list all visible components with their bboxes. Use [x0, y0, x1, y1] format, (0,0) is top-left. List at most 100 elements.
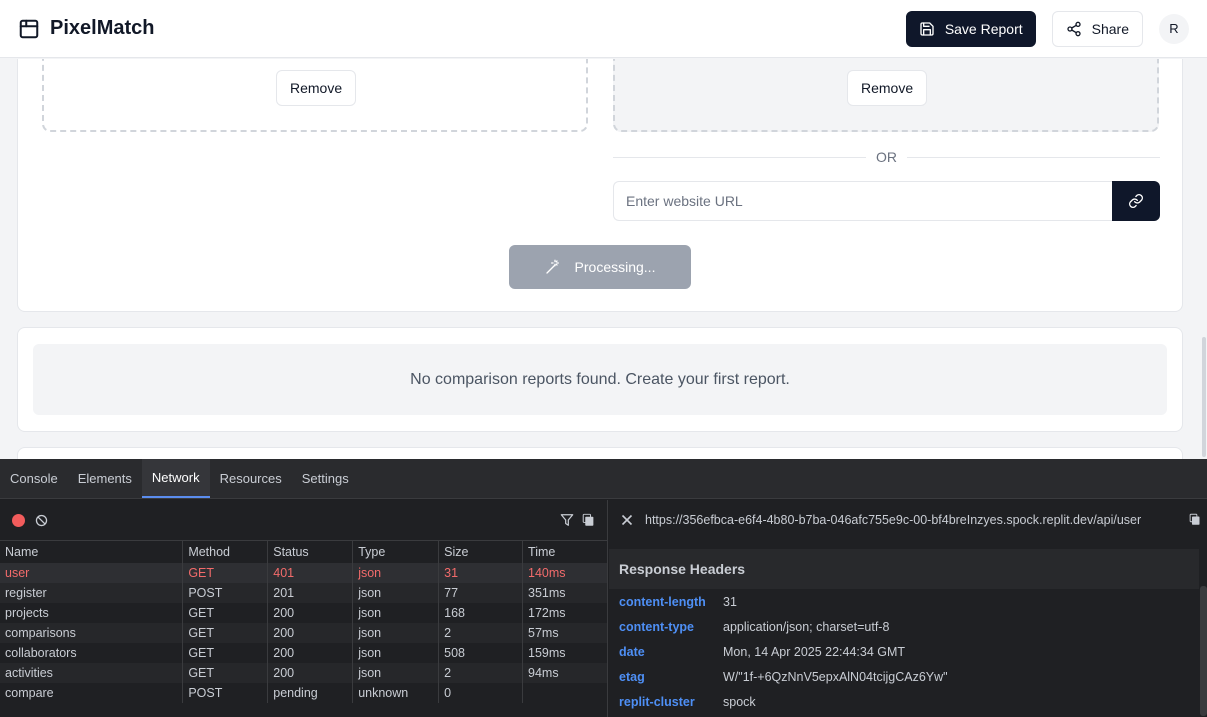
implementation-dropzone[interactable]: Remove	[613, 59, 1159, 132]
magic-wand-icon	[545, 259, 559, 274]
table-row[interactable]: comparisons GET 200 json 2 57ms	[0, 622, 608, 643]
col-header-time[interactable]: Time	[522, 540, 608, 563]
header-row: content-type application/json; charset=ut…	[609, 614, 1199, 639]
header-key: content-type	[619, 619, 694, 634]
tab-settings[interactable]: Settings	[292, 459, 359, 498]
link-icon	[1129, 194, 1143, 208]
app-logo[interactable]: PixelMatch	[18, 17, 154, 40]
request-time: 172ms	[522, 602, 608, 623]
request-status: 200	[267, 642, 354, 663]
request-size: 168	[438, 602, 524, 623]
share-button[interactable]: Share	[1051, 10, 1143, 47]
request-status: 200	[267, 602, 354, 623]
save-report-button[interactable]: Save Report	[905, 10, 1036, 47]
table-row[interactable]: user GET 401 json 31 140ms	[0, 562, 608, 583]
request-size: 508	[438, 642, 524, 663]
fetch-url-button[interactable]	[1112, 181, 1160, 221]
share-label: Share	[1091, 20, 1129, 37]
save-icon	[920, 21, 934, 36]
request-type: json	[352, 602, 440, 623]
request-method: GET	[182, 622, 269, 643]
request-status: 200	[267, 622, 354, 643]
request-url: https://356efbca-e6f4-4b80-b7ba-046afc75…	[645, 513, 1142, 527]
header-value: spock	[723, 694, 756, 709]
clear-icon[interactable]	[35, 514, 48, 527]
col-header-type[interactable]: Type	[352, 540, 440, 563]
network-table: Name Method Status Type Size Time user G…	[0, 540, 608, 703]
request-time: 140ms	[522, 562, 608, 583]
devtools-tabs: Console Elements Network Resources Setti…	[0, 459, 1207, 499]
col-header-status[interactable]: Status	[267, 540, 354, 563]
page-scrollbar[interactable]	[1201, 59, 1207, 459]
table-row[interactable]: register POST 201 json 77 351ms	[0, 582, 608, 603]
request-method: GET	[182, 642, 269, 663]
header-value: W/"1f-+6QzNnV5epxAlN04tcijgCAz6Yw"	[723, 669, 948, 684]
request-time: 159ms	[522, 642, 608, 663]
request-method: GET	[182, 602, 269, 623]
request-detail-pane: https://356efbca-e6f4-4b80-b7ba-046afc75…	[609, 500, 1207, 717]
request-type: unknown	[352, 682, 440, 703]
tab-network[interactable]: Network	[141, 459, 210, 498]
table-row[interactable]: collaborators GET 200 json 508 159ms	[0, 642, 608, 663]
response-headers-section: Response Headers content-length 31 conten…	[609, 541, 1199, 714]
header-row: replit-cluster spock	[609, 689, 1199, 714]
request-name: activities	[0, 662, 184, 683]
website-url-input[interactable]	[613, 181, 1112, 221]
header-value: Mon, 14 Apr 2025 22:44:34 GMT	[723, 644, 906, 659]
copy-url-icon[interactable]	[1189, 513, 1201, 526]
request-time	[522, 682, 608, 703]
request-name: comparisons	[0, 622, 184, 643]
col-header-size[interactable]: Size	[438, 540, 524, 563]
col-header-method[interactable]: Method	[182, 540, 269, 563]
process-label: Processing...	[574, 259, 656, 275]
header-row: date Mon, 14 Apr 2025 22:44:34 GMT	[609, 639, 1199, 664]
request-status: 401	[267, 562, 354, 583]
request-name: register	[0, 582, 184, 603]
app-header: PixelMatch Save Report Share R	[0, 0, 1207, 58]
remove-implementation-button[interactable]: Remove	[847, 70, 928, 106]
header-value: application/json; charset=utf-8	[723, 619, 890, 634]
devtools-panel: Console Elements Network Resources Setti…	[0, 459, 1207, 717]
tab-resources[interactable]: Resources	[210, 459, 292, 498]
request-name: collaborators	[0, 642, 184, 663]
request-status: 200	[267, 662, 354, 683]
table-row[interactable]: activities GET 200 json 2 94ms	[0, 662, 608, 683]
app-title: PixelMatch	[50, 17, 155, 39]
response-headers-title: Response Headers	[609, 549, 1199, 589]
share-icon	[1066, 21, 1081, 36]
request-type: json	[352, 662, 440, 683]
close-icon[interactable]	[621, 514, 633, 526]
request-method: POST	[182, 682, 269, 703]
process-button[interactable]: Processing...	[509, 245, 691, 289]
table-row[interactable]: projects GET 200 json 168 172ms	[0, 602, 608, 623]
request-size: 0	[438, 682, 524, 703]
network-pane: Name Method Status Type Size Time user G…	[0, 500, 608, 717]
header-key: replit-cluster	[619, 694, 695, 709]
request-time: 351ms	[522, 582, 608, 603]
url-row	[613, 181, 1160, 221]
request-type: json	[352, 642, 440, 663]
request-time: 94ms	[522, 662, 608, 683]
header-row: etag W/"1f-+6QzNnV5epxAlN04tcijgCAz6Yw"	[609, 664, 1199, 689]
col-header-name[interactable]: Name	[0, 540, 184, 563]
upload-card: Remove Remove OR Processing...	[17, 59, 1183, 312]
tab-elements[interactable]: Elements	[68, 459, 142, 498]
header-key: etag	[619, 669, 645, 684]
detail-scrollbar[interactable]	[1200, 586, 1207, 716]
filter-icon[interactable]	[560, 513, 574, 527]
table-row[interactable]: compare POST pending unknown 0	[0, 682, 608, 703]
design-dropzone[interactable]: Remove	[42, 59, 588, 132]
copy-icon[interactable]	[582, 513, 595, 527]
network-toolbar	[0, 500, 607, 540]
request-size: 77	[438, 582, 524, 603]
user-avatar[interactable]: R	[1159, 13, 1189, 44]
request-type: json	[352, 582, 440, 603]
header-key: date	[619, 644, 645, 659]
record-icon[interactable]	[12, 513, 25, 527]
remove-design-button[interactable]: Remove	[276, 70, 357, 106]
request-method: POST	[182, 582, 269, 603]
tab-console[interactable]: Console	[0, 459, 68, 498]
request-name: projects	[0, 602, 184, 623]
next-card	[17, 447, 1183, 459]
request-status: 201	[267, 582, 354, 603]
